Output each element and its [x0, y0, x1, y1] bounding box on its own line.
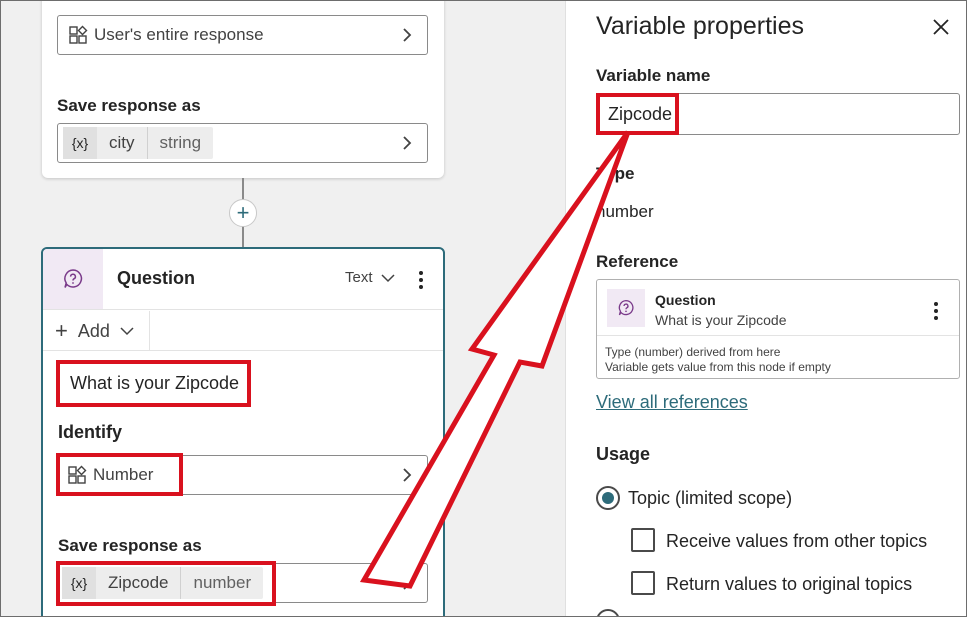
node-more-options-icon[interactable]: [418, 271, 424, 289]
receive-values-label: Receive values from other topics: [666, 531, 928, 551]
reference-label: Reference: [596, 252, 679, 271]
save-response-label: Save response as: [57, 96, 201, 115]
close-icon[interactable]: [930, 16, 952, 38]
view-all-references-link[interactable]: View all references: [596, 392, 748, 413]
reference-value-note: Variable gets value from this node if em…: [605, 360, 831, 374]
reference-title: Question: [655, 292, 716, 308]
variable-icon: {x}: [63, 127, 97, 159]
global-scope-radio[interactable]: [596, 609, 620, 617]
plus-icon: +: [236, 200, 250, 225]
type-value: number: [596, 202, 654, 221]
reference-card[interactable]: Question What is your Zipcode Type (numb…: [596, 279, 960, 379]
reference-subtitle: What is your Zipcode: [655, 312, 787, 328]
identify-dropdown[interactable]: Number: [56, 455, 428, 495]
identify-value: Number: [93, 465, 154, 484]
variable-name-label: Variable name: [596, 66, 711, 85]
response-type-label: Text: [345, 269, 373, 286]
response-type-dropdown[interactable]: Text: [345, 269, 395, 286]
variable-properties-panel: Variable properties Variable name Zipcod…: [565, 0, 967, 617]
add-node-button[interactable]: +: [229, 199, 257, 227]
variable-type: string: [159, 133, 202, 152]
variable-name-input[interactable]: Zipcode: [596, 93, 960, 135]
question-node-title: Question: [117, 268, 196, 288]
chevron-right-icon: [403, 576, 412, 590]
variable-name-value: Zipcode: [608, 103, 673, 124]
variable-chip[interactable]: {x} city string: [63, 127, 214, 159]
reference-divider: [597, 335, 959, 336]
plus-icon: +: [55, 318, 68, 343]
question-node-header: Question Text: [43, 249, 443, 310]
topic-scope-radio[interactable]: [596, 486, 620, 510]
save-response-field[interactable]: {x} Zipcode number: [56, 563, 428, 603]
add-label: Add: [77, 320, 110, 341]
question-prompt-text[interactable]: What is your Zipcode: [70, 373, 239, 394]
reference-type-note: Type (number) derived from here: [605, 345, 781, 359]
entity-icon: [68, 465, 87, 484]
question-node-icon: [607, 289, 645, 327]
variable-type: number: [193, 573, 252, 592]
variable-icon: {x}: [62, 567, 96, 599]
panel-title: Variable properties: [596, 12, 804, 40]
chevron-down-icon: [120, 327, 134, 336]
variable-chip[interactable]: {x} Zipcode number: [62, 567, 264, 599]
save-response-field[interactable]: {x} city string: [57, 123, 428, 163]
toolbar-divider: [149, 311, 150, 351]
usage-label: Usage: [596, 444, 651, 464]
identify-label: Identify: [58, 422, 123, 442]
question-icon: [618, 299, 634, 316]
identify-dropdown[interactable]: User's entire response: [57, 15, 428, 55]
chevron-right-icon: [403, 28, 412, 42]
save-response-label: Save response as: [58, 536, 202, 555]
receive-values-checkbox[interactable]: [631, 528, 655, 552]
question-node-icon: [43, 249, 103, 309]
return-values-label: Return values to original topics: [666, 574, 913, 594]
authoring-canvas: User's entire response Save response as …: [0, 0, 565, 617]
chevron-down-icon: [380, 273, 395, 282]
chevron-right-icon: [403, 468, 412, 482]
entity-icon: [69, 25, 88, 44]
chevron-right-icon: [403, 136, 412, 150]
radio-selected-dot: [602, 492, 614, 504]
question-icon: [64, 269, 83, 288]
question-node[interactable]: Question Text + Add What is your Zipcode…: [41, 247, 445, 617]
identify-value: User's entire response: [94, 25, 264, 44]
type-label: Type: [596, 164, 635, 183]
variable-name: city: [97, 127, 148, 159]
variable-name: Zipcode: [96, 567, 182, 599]
reference-more-options-icon[interactable]: [933, 302, 939, 320]
topic-scope-label: Topic (limited scope): [628, 488, 793, 508]
add-button[interactable]: + Add: [55, 317, 134, 345]
add-toolbar: + Add: [43, 311, 443, 351]
previous-question-node: User's entire response Save response as …: [42, 0, 444, 178]
return-values-checkbox[interactable]: [631, 571, 655, 595]
